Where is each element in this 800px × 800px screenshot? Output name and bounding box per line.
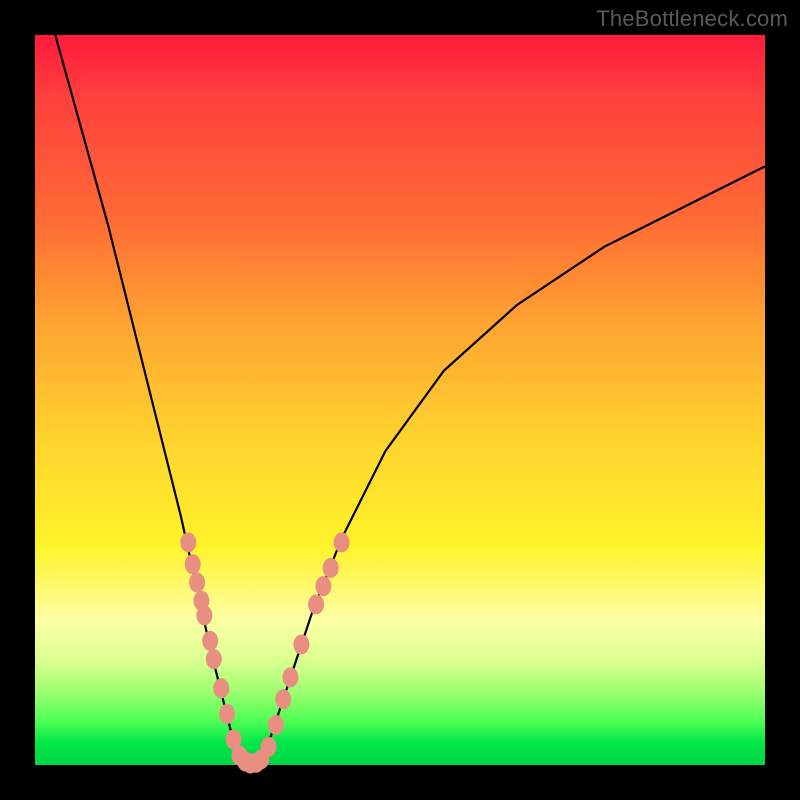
curve-marker xyxy=(268,715,284,735)
curve-marker xyxy=(180,532,196,552)
curve-marker xyxy=(202,631,218,651)
chart-svg xyxy=(35,35,765,765)
curve-marker xyxy=(189,573,205,593)
curve-marker xyxy=(196,605,212,625)
bottleneck-curve xyxy=(35,0,765,765)
curve-marker xyxy=(283,667,299,687)
curve-marker xyxy=(323,558,339,578)
outer-frame: TheBottleneck.com xyxy=(0,0,800,800)
curve-marker xyxy=(334,532,350,552)
curve-marker xyxy=(219,704,235,724)
plot-area xyxy=(35,35,765,765)
watermark-text: TheBottleneck.com xyxy=(596,6,788,32)
curve-marker xyxy=(185,554,201,574)
curve-marker xyxy=(206,649,222,669)
curve-marker xyxy=(308,594,324,614)
curve-marker xyxy=(275,689,291,709)
curve-marker xyxy=(293,635,309,655)
curve-marker xyxy=(261,737,277,757)
markers-group xyxy=(180,532,349,773)
curve-marker xyxy=(315,576,331,596)
curve-marker xyxy=(213,678,229,698)
